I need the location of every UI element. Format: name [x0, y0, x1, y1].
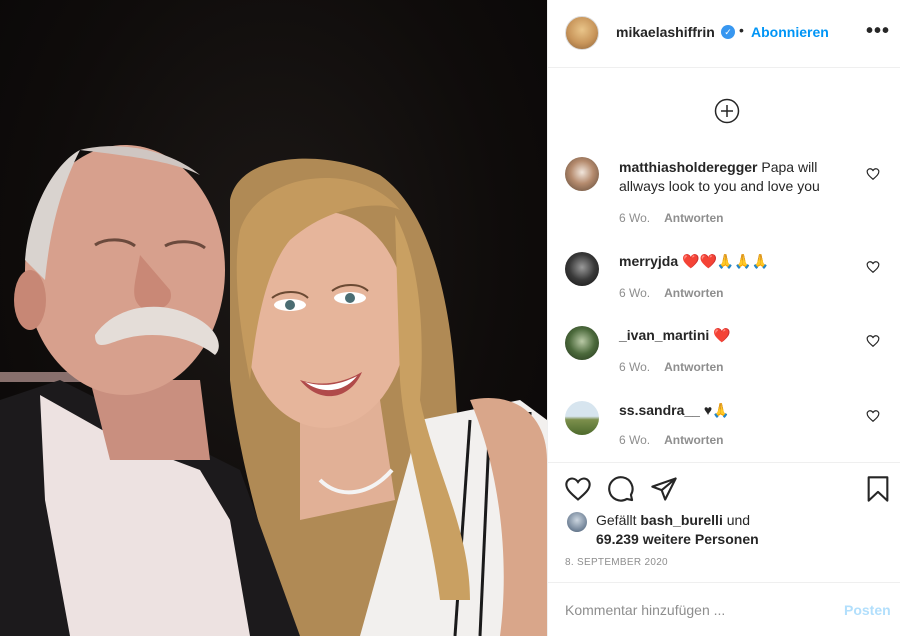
- post-photo[interactable]: [0, 0, 547, 636]
- heart-icon[interactable]: [564, 475, 592, 503]
- comment-input[interactable]: [565, 600, 825, 620]
- comment-meta: 6 Wo. Antworten: [619, 433, 723, 447]
- heart-icon[interactable]: [866, 167, 880, 181]
- post-button[interactable]: Posten: [844, 602, 891, 618]
- more-options-icon[interactable]: •••: [866, 20, 890, 43]
- comment-meta: 6 Wo. Antworten: [619, 286, 723, 300]
- comment-text: merryjda ❤️❤️🙏🙏🙏: [619, 252, 849, 271]
- reply-button[interactable]: Antworten: [664, 211, 723, 225]
- heart-icon[interactable]: [866, 409, 880, 423]
- likes-count-line[interactable]: 69.239 weitere Personen: [596, 531, 759, 547]
- post-side-panel: mikaelashiffrin ✓ • Abonnieren ••• matth…: [547, 0, 900, 636]
- list-item: _ivan_martini ❤️ 6 Wo. Antworten: [548, 324, 900, 384]
- comment-username[interactable]: matthiasholderegger: [619, 159, 757, 175]
- comment-username[interactable]: ss.sandra__: [619, 402, 700, 418]
- add-comment-bar: Posten: [548, 582, 900, 636]
- comment-text: _ivan_martini ❤️: [619, 326, 849, 345]
- comment-username[interactable]: merryjda: [619, 253, 678, 269]
- post-date: 8. SEPTEMBER 2020: [565, 557, 668, 568]
- comment-age: 6 Wo.: [619, 286, 651, 300]
- share-icon[interactable]: [650, 475, 678, 503]
- comment-body: ❤️❤️🙏🙏🙏: [682, 253, 770, 269]
- likes-prefix: Gefällt: [596, 512, 637, 528]
- heart-icon[interactable]: [866, 334, 880, 348]
- post-actions: Gefällt bash_burelli und 69.239 weitere …: [548, 462, 900, 636]
- post-author-username[interactable]: mikaelashiffrin: [616, 24, 715, 40]
- likes-user[interactable]: bash_burelli: [640, 512, 722, 528]
- comment-age: 6 Wo.: [619, 360, 651, 374]
- plus-circle-icon[interactable]: [714, 98, 740, 124]
- follow-button[interactable]: Abonnieren: [751, 24, 829, 40]
- avatar[interactable]: [567, 512, 587, 532]
- avatar[interactable]: [565, 157, 599, 191]
- bookmark-icon[interactable]: [864, 475, 892, 503]
- comment-meta: 6 Wo. Antworten: [619, 360, 723, 374]
- heart-icon[interactable]: [866, 260, 880, 274]
- avatar[interactable]: [565, 252, 599, 286]
- likes-text: Gefällt bash_burelli und: [596, 512, 750, 528]
- comment-meta: 6 Wo. Antworten: [619, 211, 723, 225]
- comment-age: 6 Wo.: [619, 211, 651, 225]
- likes-count: 69.239: [596, 531, 639, 547]
- reply-button[interactable]: Antworten: [664, 286, 723, 300]
- likes-suffix: und: [726, 512, 751, 528]
- separator: •: [739, 22, 744, 38]
- comment-text: ss.sandra__ ♥🙏: [619, 401, 849, 420]
- list-item: merryjda ❤️❤️🙏🙏🙏 6 Wo. Antworten: [548, 250, 900, 310]
- likes-count-suffix: weitere Personen: [642, 531, 759, 547]
- selfie-image: [0, 145, 547, 636]
- reply-button[interactable]: Antworten: [664, 433, 723, 447]
- reply-button[interactable]: Antworten: [664, 360, 723, 374]
- avatar[interactable]: [565, 16, 599, 50]
- avatar[interactable]: [565, 326, 599, 360]
- list-item: ss.sandra__ ♥🙏 6 Wo. Antworten: [548, 399, 900, 459]
- comment-age: 6 Wo.: [619, 433, 651, 447]
- comment-text: matthiasholderegger Papa will allways lo…: [619, 158, 849, 196]
- comment-username[interactable]: _ivan_martini: [619, 327, 709, 343]
- comment-body: ♥🙏: [703, 402, 730, 418]
- comment-body: ❤️: [713, 327, 731, 343]
- post-header: mikaelashiffrin ✓ • Abonnieren •••: [548, 0, 900, 68]
- avatar[interactable]: [565, 401, 599, 435]
- comment-icon[interactable]: [607, 475, 635, 503]
- verified-badge-icon: ✓: [721, 25, 735, 39]
- list-item: matthiasholderegger Papa will allways lo…: [548, 155, 900, 235]
